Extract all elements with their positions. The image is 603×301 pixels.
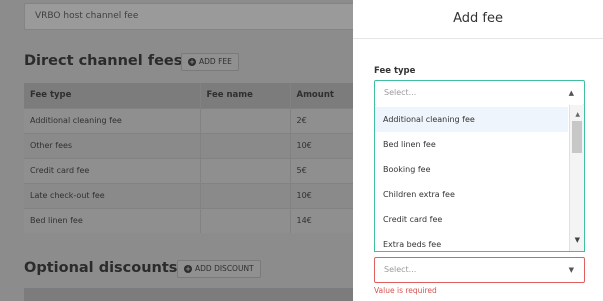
chevron-up-icon: ▲: [568, 89, 574, 97]
chevron-down-icon: ▼: [568, 266, 574, 274]
col-amount: Amount: [289, 83, 353, 108]
cell-amount: 10€: [289, 182, 353, 208]
plus-icon: +: [184, 265, 192, 273]
table-row[interactable]: Additional cleaning fee 2€: [24, 107, 353, 133]
dropdown-option[interactable]: Credit card fee: [375, 207, 568, 232]
cell-fee-name: [199, 107, 290, 133]
table-row[interactable]: Credit card fee 5€: [24, 157, 353, 183]
fee-type-label: Fee type: [374, 66, 416, 76]
cell-amount: 2€: [289, 107, 353, 133]
dropdown-scrollbar[interactable]: ▲ ▼: [569, 105, 584, 251]
cell-fee-name: [199, 207, 290, 233]
cell-amount: 14€: [289, 207, 353, 233]
channel-fee-input[interactable]: VRBO host channel fee: [24, 3, 353, 30]
cell-fee-type: Late check-out fee: [24, 182, 200, 208]
col-fee-name: Fee name: [199, 83, 290, 108]
add-discount-label: ADD DISCOUNT: [195, 264, 254, 273]
scroll-thumb[interactable]: [572, 121, 582, 153]
optional-discounts-title: Optional discounts: [24, 260, 178, 276]
table-row[interactable]: Other fees 10€: [24, 132, 353, 158]
direct-fees-title: Direct channel fees: [24, 53, 183, 69]
background-page: VRBO host channel fee Direct channel fee…: [0, 0, 353, 301]
panel-title: Add fee: [453, 11, 503, 26]
dropdown-option[interactable]: Extra beds fee: [375, 232, 568, 251]
cell-fee-type: Additional cleaning fee: [24, 107, 200, 133]
dropdown-option[interactable]: Bed linen fee: [375, 132, 568, 157]
dropdown-option[interactable]: Children extra fee: [375, 182, 568, 207]
dropdown-option[interactable]: Additional cleaning fee: [375, 107, 568, 132]
cell-amount: 5€: [289, 157, 353, 183]
fee-type-select[interactable]: Select... ▲: [374, 80, 585, 106]
cell-fee-name: [199, 182, 290, 208]
scroll-down-icon[interactable]: ▼: [575, 236, 580, 244]
cell-fee-type: Other fees: [24, 132, 200, 158]
cell-fee-type: Bed linen fee: [24, 207, 200, 233]
cell-fee-name: [199, 132, 290, 158]
optional-discounts-heading: Optional discounts ?: [24, 260, 198, 276]
dropdown-option[interactable]: Booking fee: [375, 157, 568, 182]
table-header-row: Fee type Fee name Amount: [24, 83, 353, 108]
cell-amount: 10€: [289, 132, 353, 158]
add-fee-label: ADD FEE: [199, 57, 232, 66]
second-select[interactable]: Select... ▼: [374, 257, 585, 283]
fee-type-dropdown: Additional cleaning fee Bed linen fee Bo…: [374, 105, 585, 252]
discounts-table-header: [24, 288, 353, 301]
divider: [353, 38, 603, 39]
fees-table: Fee type Fee name Amount Additional clea…: [24, 83, 353, 233]
cell-fee-type: Credit card fee: [24, 157, 200, 183]
plus-icon: +: [188, 58, 196, 66]
table-row[interactable]: Bed linen fee 14€: [24, 207, 353, 233]
validation-error: Value is required: [374, 286, 437, 295]
fee-type-placeholder: Select...: [384, 88, 417, 97]
cell-fee-name: [199, 157, 290, 183]
scroll-up-icon[interactable]: ▲: [575, 111, 580, 118]
direct-fees-heading: Direct channel fees ?: [24, 53, 203, 69]
add-fee-button[interactable]: + ADD FEE: [181, 53, 239, 71]
col-fee-type: Fee type: [24, 83, 200, 108]
add-discount-button[interactable]: + ADD DISCOUNT: [177, 260, 261, 278]
add-fee-panel: Add fee Fee type Select... ▲ Additional …: [353, 0, 603, 301]
table-row[interactable]: Late check-out fee 10€: [24, 182, 353, 208]
second-select-placeholder: Select...: [384, 265, 417, 274]
